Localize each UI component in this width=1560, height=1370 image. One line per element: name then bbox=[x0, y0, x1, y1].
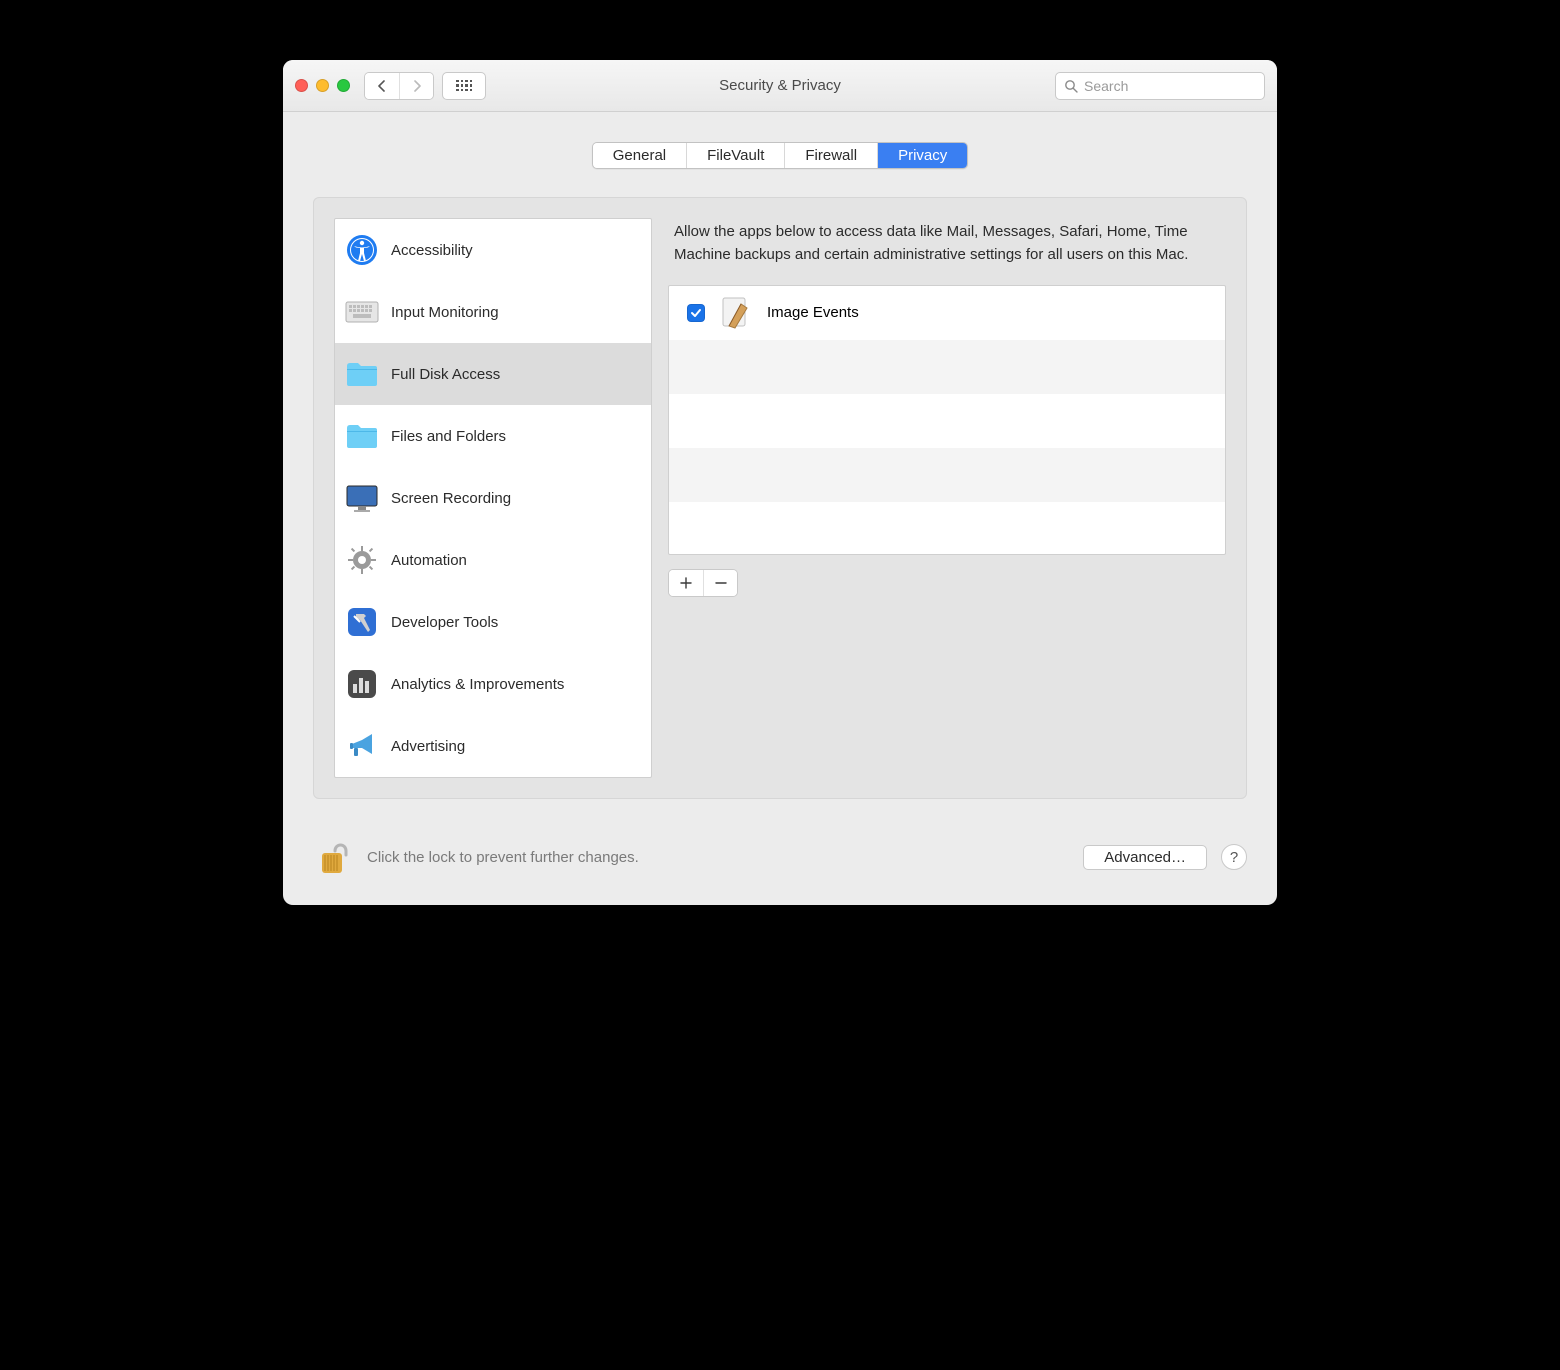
minimize-button[interactable] bbox=[316, 79, 329, 92]
plus-icon bbox=[680, 577, 692, 589]
app-row-empty bbox=[669, 448, 1225, 502]
sidebar-item-files-and-folders[interactable]: Files and Folders bbox=[335, 405, 651, 467]
chevron-right-icon bbox=[412, 80, 422, 92]
detail-description: Allow the apps below to access data like… bbox=[668, 218, 1226, 285]
add-button[interactable] bbox=[669, 570, 703, 596]
folder-icon bbox=[345, 357, 379, 391]
add-remove-controls bbox=[668, 569, 738, 597]
sidebar-item-full-disk-access[interactable]: Full Disk Access bbox=[335, 343, 651, 405]
tab-privacy[interactable]: Privacy bbox=[877, 143, 967, 168]
titlebar: Security & Privacy bbox=[283, 60, 1277, 112]
sidebar-item-label: Analytics & Improvements bbox=[391, 676, 564, 693]
sidebar-item-label: Files and Folders bbox=[391, 428, 506, 445]
search-input[interactable] bbox=[1084, 78, 1256, 94]
privacy-panel: Accessibility Input Monitoring Full Disk… bbox=[313, 197, 1247, 799]
content-area: General FileVault Firewall Privacy Acces… bbox=[283, 112, 1277, 817]
lock-open-icon bbox=[318, 837, 348, 877]
sidebar-item-screen-recording[interactable]: Screen Recording bbox=[335, 467, 651, 529]
remove-button[interactable] bbox=[703, 570, 737, 596]
zoom-button[interactable] bbox=[337, 79, 350, 92]
minus-icon bbox=[715, 577, 727, 589]
sidebar-item-label: Input Monitoring bbox=[391, 304, 499, 321]
app-row-empty bbox=[669, 340, 1225, 394]
close-button[interactable] bbox=[295, 79, 308, 92]
app-checkbox[interactable] bbox=[687, 304, 705, 322]
folder-icon bbox=[345, 419, 379, 453]
gear-icon bbox=[345, 543, 379, 577]
sidebar-item-label: Developer Tools bbox=[391, 614, 498, 631]
tabs: General FileVault Firewall Privacy bbox=[592, 142, 969, 169]
lock-hint-text: Click the lock to prevent further change… bbox=[367, 849, 639, 866]
app-row-empty bbox=[669, 502, 1225, 555]
sidebar-item-developer-tools[interactable]: Developer Tools bbox=[335, 591, 651, 653]
check-icon bbox=[690, 307, 702, 319]
sidebar-item-label: Advertising bbox=[391, 738, 465, 755]
app-row[interactable]: Image Events bbox=[669, 286, 1225, 340]
hammer-icon bbox=[345, 605, 379, 639]
sidebar-item-automation[interactable]: Automation bbox=[335, 529, 651, 591]
footer: Click the lock to prevent further change… bbox=[283, 817, 1277, 905]
lock-button[interactable] bbox=[313, 837, 353, 877]
display-icon bbox=[345, 481, 379, 515]
help-button[interactable]: ? bbox=[1221, 844, 1247, 870]
preferences-window: Security & Privacy General FileVault Fir… bbox=[283, 60, 1277, 905]
bars-icon bbox=[345, 667, 379, 701]
script-app-icon bbox=[719, 296, 753, 330]
sidebar-item-label: Automation bbox=[391, 552, 467, 569]
sidebar-item-label: Accessibility bbox=[391, 242, 473, 259]
chevron-left-icon bbox=[377, 80, 387, 92]
advanced-button[interactable]: Advanced… bbox=[1083, 845, 1207, 870]
tab-firewall[interactable]: Firewall bbox=[784, 143, 877, 168]
sidebar-item-label: Full Disk Access bbox=[391, 366, 500, 383]
sidebar-item-accessibility[interactable]: Accessibility bbox=[335, 219, 651, 281]
search-field-wrap[interactable] bbox=[1055, 72, 1265, 100]
megaphone-icon bbox=[345, 729, 379, 763]
forward-button[interactable] bbox=[399, 73, 433, 99]
nav-back-forward bbox=[364, 72, 434, 100]
accessibility-icon bbox=[345, 233, 379, 267]
grid-icon bbox=[456, 80, 472, 92]
privacy-sidebar[interactable]: Accessibility Input Monitoring Full Disk… bbox=[334, 218, 652, 778]
search-icon bbox=[1064, 79, 1078, 93]
sidebar-item-analytics[interactable]: Analytics & Improvements bbox=[335, 653, 651, 715]
sidebar-item-input-monitoring[interactable]: Input Monitoring bbox=[335, 281, 651, 343]
sidebar-item-advertising[interactable]: Advertising bbox=[335, 715, 651, 777]
tabs-row: General FileVault Firewall Privacy bbox=[313, 142, 1247, 169]
keyboard-icon bbox=[345, 295, 379, 329]
tab-filevault[interactable]: FileVault bbox=[686, 143, 784, 168]
show-all-button[interactable] bbox=[442, 72, 486, 100]
app-row-empty bbox=[669, 394, 1225, 448]
app-name: Image Events bbox=[767, 304, 859, 321]
back-button[interactable] bbox=[365, 73, 399, 99]
app-list[interactable]: Image Events bbox=[668, 285, 1226, 555]
window-controls bbox=[295, 79, 350, 92]
tab-general[interactable]: General bbox=[593, 143, 686, 168]
sidebar-item-label: Screen Recording bbox=[391, 490, 511, 507]
detail-pane: Allow the apps below to access data like… bbox=[668, 218, 1226, 778]
